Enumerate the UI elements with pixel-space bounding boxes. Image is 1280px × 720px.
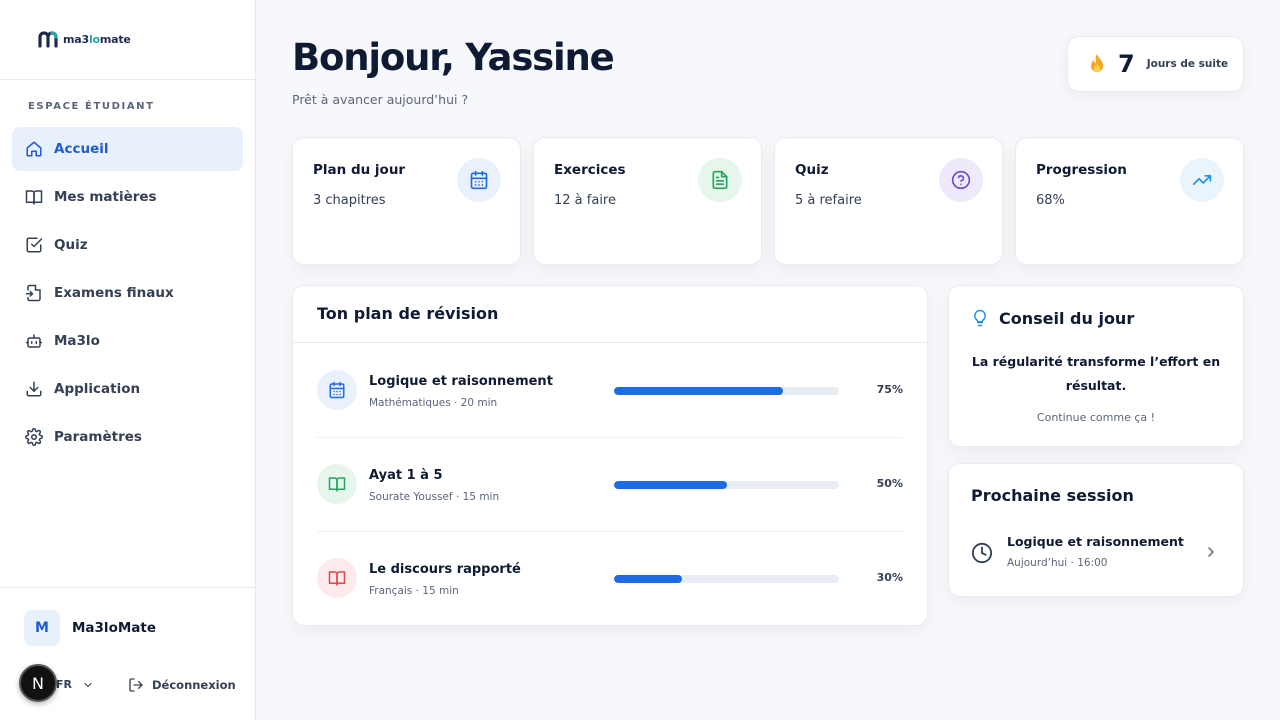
progress-bar <box>614 575 839 583</box>
next-session-card: Prochaine session Logique et raisonnemen… <box>948 463 1244 597</box>
revision-item[interactable]: Le discours rapporté Français · 15 min 3… <box>317 532 903 626</box>
streak-badge: 7 Jours de suite <box>1067 36 1244 92</box>
user-profile[interactable]: M Ma3loMate <box>24 610 156 646</box>
brand-logo[interactable]: ma3lomate <box>38 30 131 48</box>
stat-card-quiz[interactable]: Quiz 5 à refaire <box>774 137 1003 265</box>
home-icon <box>24 139 44 159</box>
divider <box>293 342 927 343</box>
bot-icon <box>24 331 44 351</box>
logo-mark-icon <box>38 31 58 48</box>
stat-title: Progression <box>1036 162 1127 178</box>
revision-plan-title: Ton plan de révision <box>317 304 499 323</box>
sidebar-item-label: Application <box>54 381 141 397</box>
stat-card-plan-du-jour[interactable]: Plan du jour 3 chapitres <box>292 137 521 265</box>
user-name: Ma3loMate <box>72 620 156 636</box>
progress-fill <box>614 387 783 395</box>
sidebar-item-label: Ma3lo <box>54 333 100 349</box>
next-session-item[interactable]: Logique et raisonnement Aujourd’hui · 16… <box>971 534 1223 574</box>
revision-item[interactable]: Ayat 1 à 5 Sourate Youssef · 15 min 50% <box>317 438 903 532</box>
next-session-time: Aujourd’hui · 16:00 <box>1007 557 1108 569</box>
sidebar-item-accueil[interactable]: Accueil <box>12 127 243 171</box>
sidebar-item-mes-matieres[interactable]: Mes matières <box>12 175 243 219</box>
logout-icon <box>129 678 143 692</box>
sidebar: ma3lomate ESPACE ÉTUDIANT Accueil Mes ma… <box>0 0 256 720</box>
sidebar-item-label: Quiz <box>54 237 88 253</box>
stat-title: Exercices <box>554 162 626 178</box>
sidebar-nav: Accueil Mes matières Quiz Examens finaux… <box>12 127 243 463</box>
chevron-right-icon <box>1208 547 1214 557</box>
sidebar-item-parametres[interactable]: Paramètres <box>12 415 243 459</box>
download-icon <box>24 379 44 399</box>
tip-card: Conseil du jour La régularité transforme… <box>948 285 1244 447</box>
sidebar-item-label: Mes matières <box>54 189 157 205</box>
document-icon <box>698 158 742 202</box>
tip-header: Conseil du jour <box>971 308 1134 328</box>
book-icon <box>24 187 44 207</box>
logout-button[interactable]: Déconnexion <box>128 677 236 693</box>
stat-value: 3 chapitres <box>313 193 386 208</box>
revision-item[interactable]: Logique et raisonnement Mathématiques · … <box>317 344 903 438</box>
clock-icon <box>971 542 993 564</box>
revision-item-subtitle: Mathématiques · 20 min <box>369 397 498 409</box>
revision-item-title: Logique et raisonnement <box>369 374 553 389</box>
progress-label: 75% <box>876 383 903 396</box>
flame-icon <box>1091 54 1103 72</box>
stat-card-progression[interactable]: Progression 68% <box>1015 137 1244 265</box>
page-subtitle: Prêt à avancer aujourd’hui ? <box>292 92 469 107</box>
calendar-icon <box>317 370 357 410</box>
chevron-down-icon <box>84 682 92 687</box>
progress-bar <box>614 387 839 395</box>
lightbulb-icon <box>974 309 986 327</box>
logout-label: Déconnexion <box>152 678 236 692</box>
sidebar-item-examens-finaux[interactable]: Examens finaux <box>12 271 243 315</box>
calendar-icon <box>457 158 501 202</box>
stat-title: Quiz <box>795 162 829 178</box>
progress-bar <box>614 481 839 489</box>
file-exam-icon <box>24 283 44 303</box>
streak-count: 7 <box>1118 50 1135 78</box>
stat-value: 12 à faire <box>554 193 616 208</box>
tip-quote: La régularité transforme l’effort en rés… <box>971 354 1221 393</box>
sidebar-divider <box>0 587 255 588</box>
help-circle-icon <box>939 158 983 202</box>
sidebar-item-ma3lo[interactable]: Ma3lo <box>12 319 243 363</box>
checkbox-icon <box>24 235 44 255</box>
progress-fill <box>614 481 727 489</box>
sidebar-item-label: Paramètres <box>54 429 142 445</box>
page-title: Bonjour, Yassine <box>292 36 615 79</box>
next-session-title: Prochaine session <box>971 486 1134 505</box>
stat-value: 68% <box>1036 193 1065 208</box>
book-open-icon <box>317 558 357 598</box>
progress-label: 50% <box>876 477 903 490</box>
revision-item-subtitle: Français · 15 min <box>369 585 459 597</box>
revision-item-title: Le discours rapporté <box>369 562 521 577</box>
next-session-name: Logique et raisonnement <box>1007 534 1184 549</box>
gear-icon <box>24 427 44 447</box>
framework-dev-badge[interactable]: N <box>19 664 57 702</box>
language-select[interactable]: FR <box>56 678 94 691</box>
stat-card-exercices[interactable]: Exercices 12 à faire <box>533 137 762 265</box>
sidebar-item-quiz[interactable]: Quiz <box>12 223 243 267</box>
stat-title: Plan du jour <box>313 162 406 178</box>
streak-label: Jours de suite <box>1146 58 1229 70</box>
book-open-icon <box>317 464 357 504</box>
stat-value: 5 à refaire <box>795 193 862 208</box>
progress-label: 30% <box>876 571 903 584</box>
revision-plan-card: Ton plan de révision Logique et raisonne… <box>292 285 928 626</box>
sidebar-item-label: Accueil <box>54 141 109 157</box>
sidebar-divider <box>0 79 255 80</box>
tip-title: Conseil du jour <box>999 308 1135 328</box>
revision-item-title: Ayat 1 à 5 <box>369 468 443 483</box>
revision-item-subtitle: Sourate Youssef · 15 min <box>369 491 500 503</box>
progress-fill <box>614 575 682 583</box>
section-label: ESPACE ÉTUDIANT <box>28 101 155 112</box>
brand-name: ma3lomate <box>63 32 131 46</box>
sidebar-item-application[interactable]: Application <box>12 367 243 411</box>
tip-note: Continue comme ça ! <box>1036 411 1156 424</box>
avatar: M <box>24 610 60 646</box>
trending-up-icon <box>1180 158 1224 202</box>
sidebar-item-label: Examens finaux <box>54 285 174 301</box>
language-value: FR <box>56 678 72 691</box>
